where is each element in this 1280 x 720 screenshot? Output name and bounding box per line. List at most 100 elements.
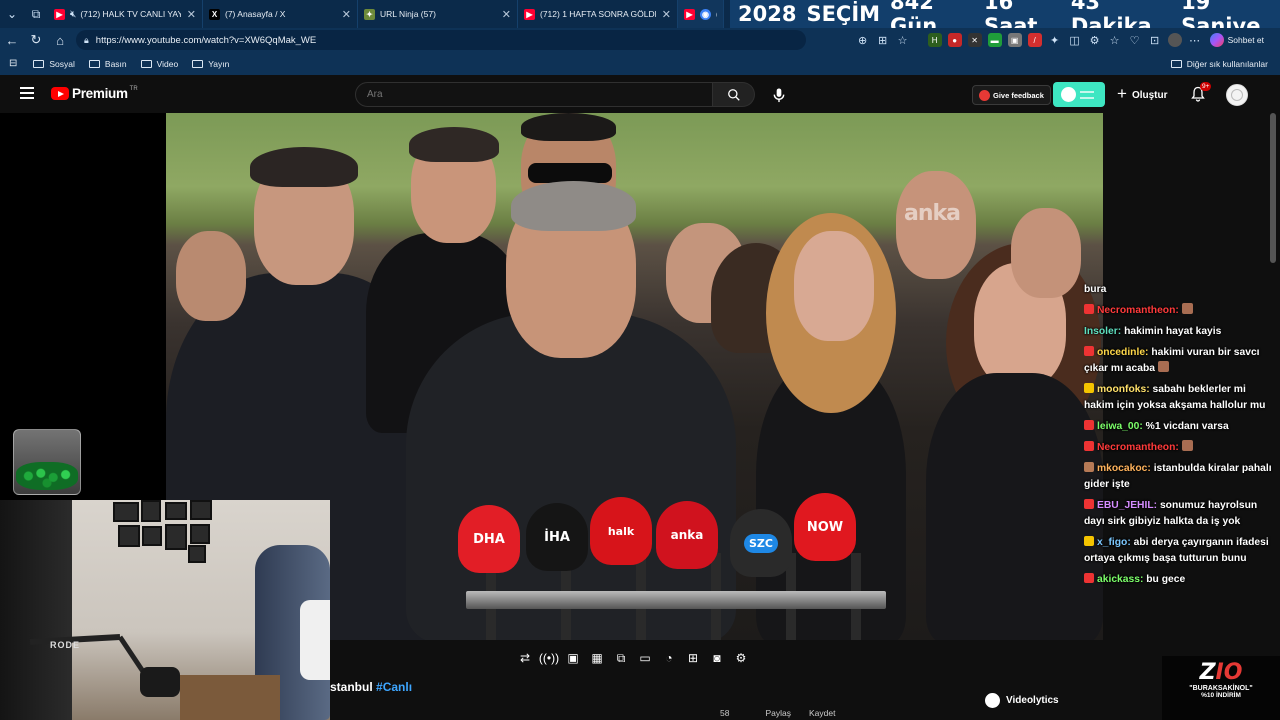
bookmark-folder[interactable]: Video [140, 58, 179, 69]
gear-icon[interactable]: ⚙ [733, 650, 749, 666]
close-tab-icon[interactable]: ✕ [187, 8, 196, 21]
menu-icon[interactable] [20, 87, 34, 99]
broadcast-icon[interactable]: ((•)) [539, 650, 559, 666]
give-feedback-button[interactable]: Give feedback [972, 85, 1051, 105]
mic-label: halk [607, 524, 635, 538]
hashtag-link[interactable]: #Canlı [376, 680, 412, 694]
mic-now: NOW [794, 493, 856, 561]
tab-youtube-2[interactable]: ▶ (712) 1 HAFTA SONRA GÖLDE BU ✕ [518, 0, 678, 28]
tab-url-ninja[interactable]: ✦ URL Ninja (57) ✕ [358, 0, 518, 28]
mic-halk: halk [590, 497, 652, 565]
account-avatar[interactable] [1226, 84, 1248, 106]
copilot-chat-button[interactable]: Sohbet et [1208, 31, 1270, 49]
bookmark-label: Video [156, 58, 179, 69]
notifications-button[interactable]: 9+ [1190, 82, 1212, 102]
chat-username[interactable]: moonfoks: [1097, 384, 1150, 395]
home-icon[interactable]: ⌂ [48, 28, 72, 52]
youtube-header: Premium TR Give feedback + Oluştur 9+ [0, 75, 1280, 113]
extensions-toolbar: ⊕ ⊞ ☆ H ● ✕ ▬ ▣ / ✦ ◫ ⚙ ☆ ♡ ⊡ ⋯ Sohbet e… [856, 30, 1270, 50]
picture-in-picture-icon[interactable]: ⧉ [613, 650, 629, 666]
bookmark-label: Yayın [208, 58, 230, 69]
translate-icon[interactable]: ⊕ [856, 33, 870, 47]
extension-icon[interactable]: ▬ [987, 33, 1002, 47]
voice-search-button[interactable] [767, 83, 791, 107]
chat-username[interactable]: akickass: [1097, 574, 1143, 585]
chat-message: EBU_JEHIL: sonumuz hayrolsun dayı sirk g… [1084, 498, 1272, 530]
bookmark-folder[interactable]: Basın [88, 59, 127, 69]
youtube-logo[interactable]: Premium TR [51, 86, 138, 101]
watch-icon[interactable]: ▣ [565, 650, 581, 666]
extension-icon[interactable]: / [1027, 33, 1042, 47]
sunglasses [528, 163, 612, 183]
close-tab-icon[interactable]: ✕ [342, 8, 351, 21]
feedback-label: Give feedback [993, 90, 1044, 100]
chat-message: mkocakoc: istanbulda kiralar pahalı gide… [1084, 461, 1272, 493]
chat-username[interactable]: leiwa_00: [1097, 421, 1143, 432]
videolytics-label: Videolytics [1006, 695, 1059, 706]
speed-icon[interactable]: ◔ [661, 650, 677, 666]
other-bookmarks[interactable]: Diğer sık kullanılanlar [1170, 58, 1268, 69]
bookmarks-bar: ⊟ Sosyal Basın Video Yayın Diğer sık kul… [0, 52, 1280, 75]
chat-username[interactable]: mkocakoc: [1097, 463, 1151, 474]
favorites-icon[interactable]: ☆ [1108, 33, 1122, 47]
bookmark-label: Diğer sık kullanılanlar [1186, 58, 1268, 69]
bookmark-folder[interactable]: Yayın [192, 59, 229, 69]
profile-avatar-icon[interactable] [1167, 33, 1182, 47]
chat-username[interactable]: Necromantheon: [1097, 442, 1179, 453]
tab-actions-icon[interactable]: ⌄ [0, 0, 24, 28]
person-hair [521, 113, 616, 141]
videolytics-button[interactable]: Videolytics [985, 693, 1059, 708]
share-button[interactable]: Paylaş [765, 708, 791, 718]
split-screen-icon[interactable]: ◫ [1068, 33, 1082, 47]
apps-icon[interactable]: ⊞ [876, 33, 890, 47]
add-box-icon[interactable]: ⊞ [685, 650, 701, 666]
crop-icon[interactable]: ▭ [637, 650, 653, 666]
favorite-icon[interactable]: ☆ [896, 33, 910, 47]
like-count[interactable]: 58 [720, 708, 729, 718]
settings-icon[interactable]: ⚙ [1088, 33, 1102, 47]
chat-username[interactable]: oncedinle: [1097, 347, 1149, 358]
tab-list-icon[interactable]: ⊟ [9, 58, 17, 69]
calendar-icon[interactable]: ▦ [589, 650, 605, 666]
save-button[interactable]: Kaydet [809, 708, 835, 718]
search-button[interactable] [713, 82, 755, 107]
bookmark-folder[interactable]: Sosyal [33, 59, 75, 69]
extension-icon[interactable]: ● [947, 33, 962, 47]
avatar-image [1231, 89, 1243, 101]
chat-username[interactable]: Insoler: [1084, 326, 1121, 337]
chat-username[interactable]: EBU_JEHIL: [1097, 500, 1157, 511]
more-icon[interactable]: ⋯ [1188, 33, 1202, 47]
create-button[interactable]: + Oluştur [1117, 84, 1168, 105]
streamer-shoulder [300, 600, 330, 680]
copilot-icon [1209, 33, 1224, 47]
extension-icon[interactable]: ✕ [967, 33, 982, 47]
address-input[interactable]: 🔒︎ https://www.youtube.com/watch?v=XW6Qq… [76, 30, 806, 50]
countdown-label: SEÇİM [806, 2, 881, 26]
screenshot-icon[interactable]: ◙ [709, 650, 725, 666]
page-scrollbar[interactable] [1270, 113, 1276, 263]
chat-username[interactable]: Necromantheon: [1097, 305, 1179, 316]
extension-icon[interactable]: H [927, 33, 942, 47]
muted-icon[interactable]: 🔇︎ [70, 9, 76, 20]
loop-icon[interactable]: ⇄ [517, 650, 533, 666]
close-tab-icon[interactable]: ✕ [502, 8, 511, 21]
close-tab-icon[interactable]: ✕ [662, 8, 671, 21]
heart-icon[interactable]: ♡ [1128, 33, 1142, 47]
x-icon: X [209, 8, 220, 20]
tab-halktv[interactable]: ▶ 🔇︎ (712) HALK TV CANLI YAYINI | ✕ [48, 0, 203, 28]
create-label: Oluştur [1131, 89, 1168, 101]
back-icon[interactable]: ← [0, 28, 24, 52]
puzzle-icon[interactable]: ✦ [1048, 33, 1062, 47]
collections-icon[interactable]: ⊡ [1148, 33, 1162, 47]
extension-icon[interactable]: ▣ [1007, 33, 1022, 47]
tab-title: URL Ninja (57) [380, 9, 436, 19]
refresh-icon[interactable]: ↻ [24, 28, 48, 52]
tab-x[interactable]: X (7) Anasayfa / X ✕ [203, 0, 358, 28]
workspaces-icon[interactable]: ⧉ [24, 0, 48, 28]
extension-toggle[interactable] [1053, 82, 1105, 107]
user-badge-icon [1084, 536, 1094, 546]
tab-active[interactable]: ▶ ◉ ( [678, 0, 724, 28]
search-input[interactable] [355, 82, 713, 107]
chat-username[interactable]: x_figo: [1097, 537, 1131, 548]
chat-message: Necromantheon: [1084, 303, 1272, 319]
